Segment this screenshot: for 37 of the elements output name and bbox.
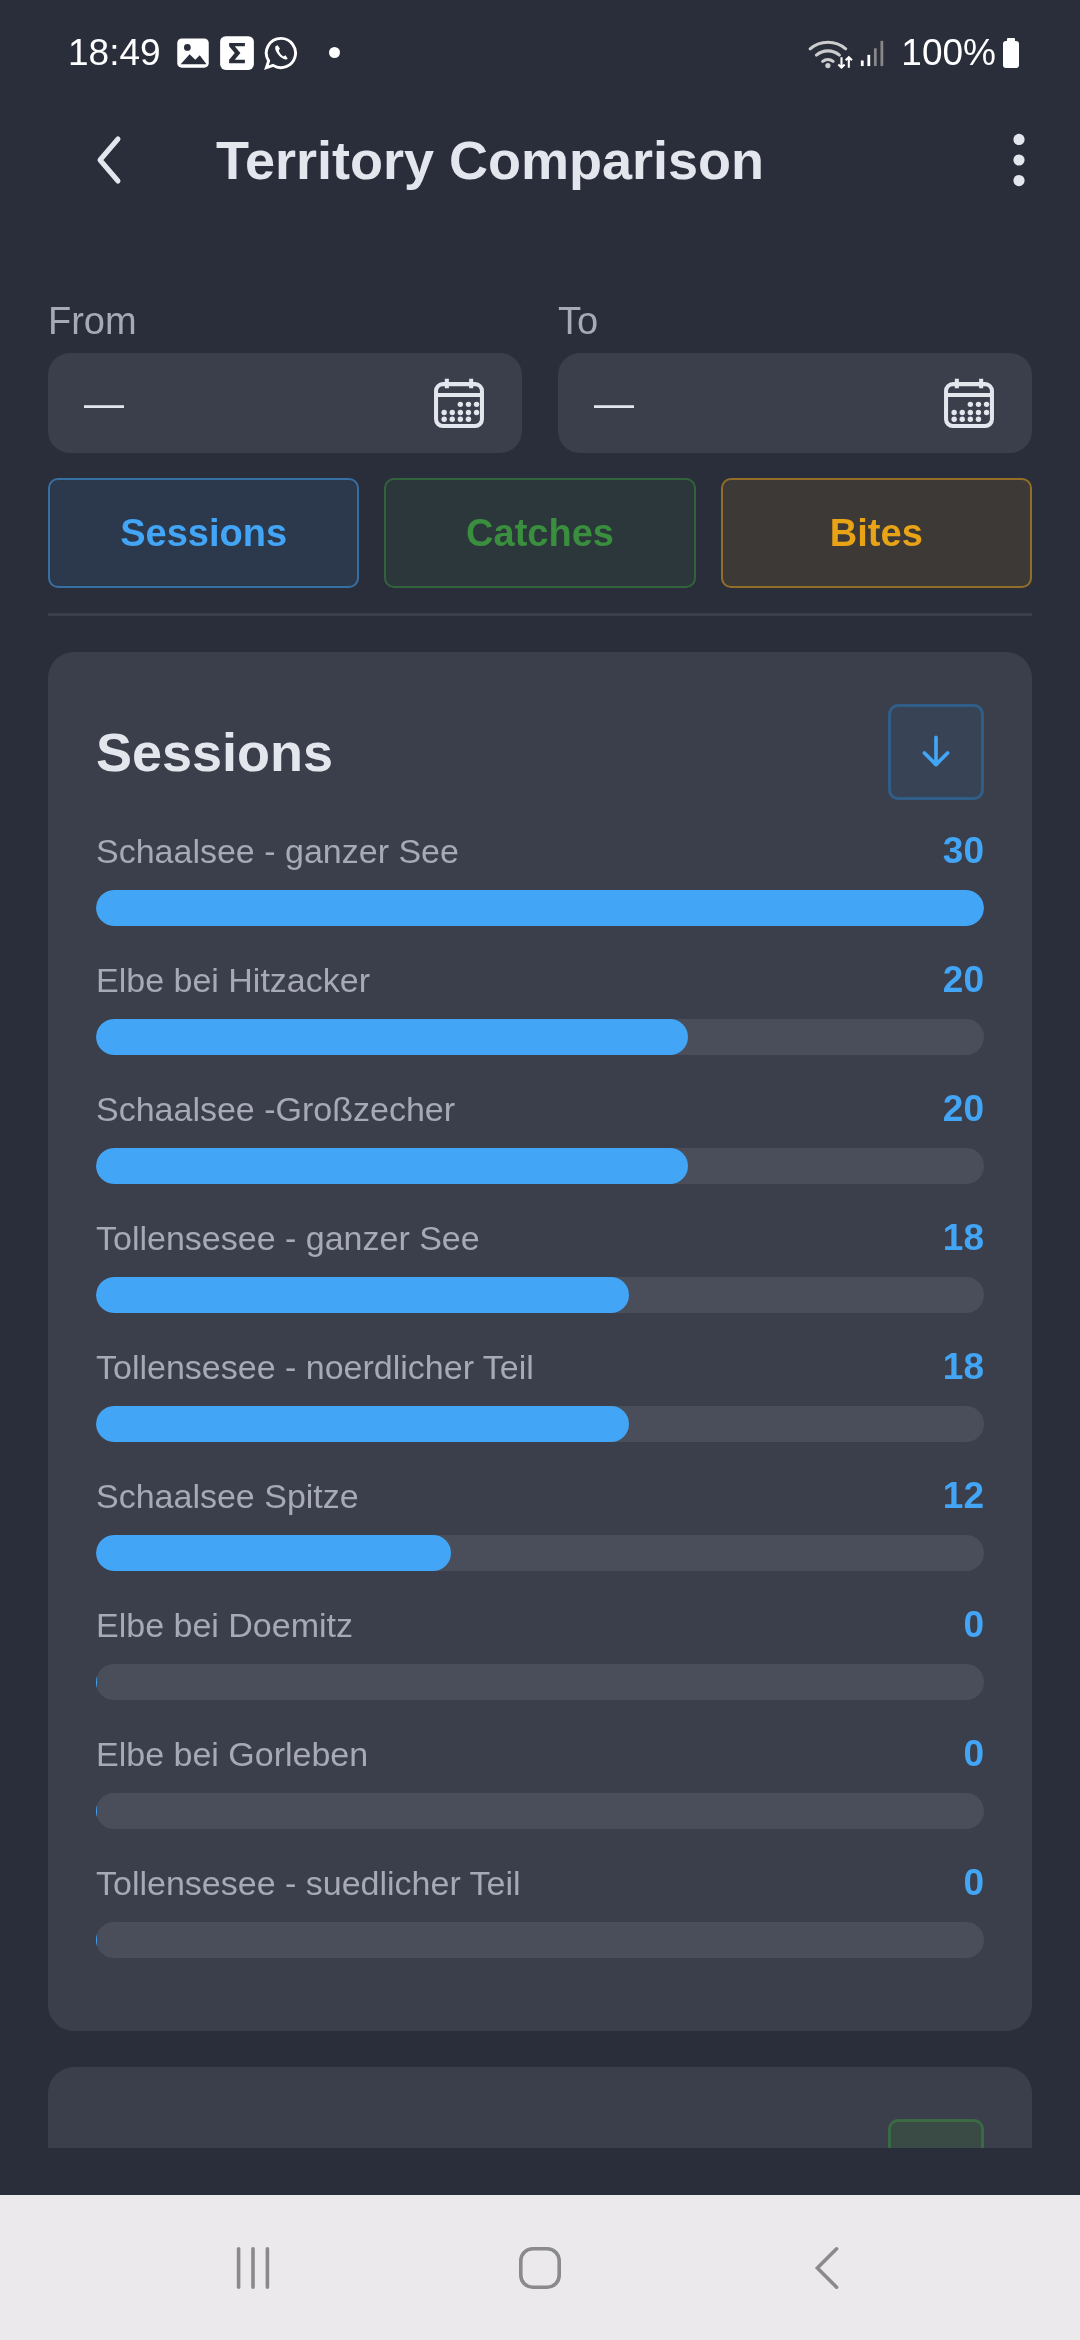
- session-count: 20: [942, 959, 984, 1001]
- metric-tab[interactable]: Sessions: [48, 478, 360, 588]
- territory-name: Tollensesee - ganzer See: [96, 1219, 480, 1258]
- date-label: From: [48, 300, 137, 343]
- territory-name: Schaalsee - ganzer See: [96, 832, 459, 871]
- more-options-icon[interactable]: [1012, 132, 1026, 188]
- calendar-icon[interactable]: [942, 376, 996, 430]
- sigma-icon: [218, 34, 255, 71]
- territory-name: Elbe bei Hitzacker: [96, 961, 370, 1000]
- chat-icon: [262, 34, 299, 71]
- date-label: To: [558, 300, 599, 343]
- notification-dot-icon: [328, 47, 340, 58]
- territory-name: Tollensesee - noerdlicher Teil: [96, 1348, 534, 1387]
- battery-icon: [1002, 36, 1020, 69]
- territory-name: Elbe bei Doemitz: [96, 1606, 353, 1645]
- territory-name: Elbe bei Gorleben: [96, 1735, 369, 1774]
- metric-tab[interactable]: Bites: [720, 478, 1032, 588]
- download-button[interactable]: [888, 704, 984, 800]
- date-field[interactable]: —: [558, 353, 1032, 453]
- territory-name: Schaalsee -Großzecher: [96, 1090, 456, 1129]
- session-count: 20: [942, 1088, 984, 1130]
- session-count: 0: [963, 1862, 984, 1904]
- session-count: 18: [942, 1217, 984, 1259]
- territory-name: Schaalsee Spitze: [96, 1477, 359, 1516]
- session-count: 0: [963, 1733, 984, 1775]
- session-count: 12: [942, 1475, 984, 1517]
- metric-tab[interactable]: Catches: [384, 478, 696, 588]
- battery-level: 100%: [901, 31, 996, 74]
- session-count: 30: [942, 830, 984, 872]
- screen-title: Territory Comparison: [216, 129, 766, 191]
- session-count: 0: [963, 1604, 984, 1646]
- clock: 18:49: [68, 31, 161, 74]
- card-title: Sessions: [96, 721, 334, 783]
- date-field[interactable]: —: [48, 353, 522, 453]
- calendar-icon[interactable]: [432, 376, 486, 430]
- territory-name: Tollensesee - suedlicher Teil: [96, 1864, 521, 1903]
- session-count: 18: [942, 1346, 984, 1388]
